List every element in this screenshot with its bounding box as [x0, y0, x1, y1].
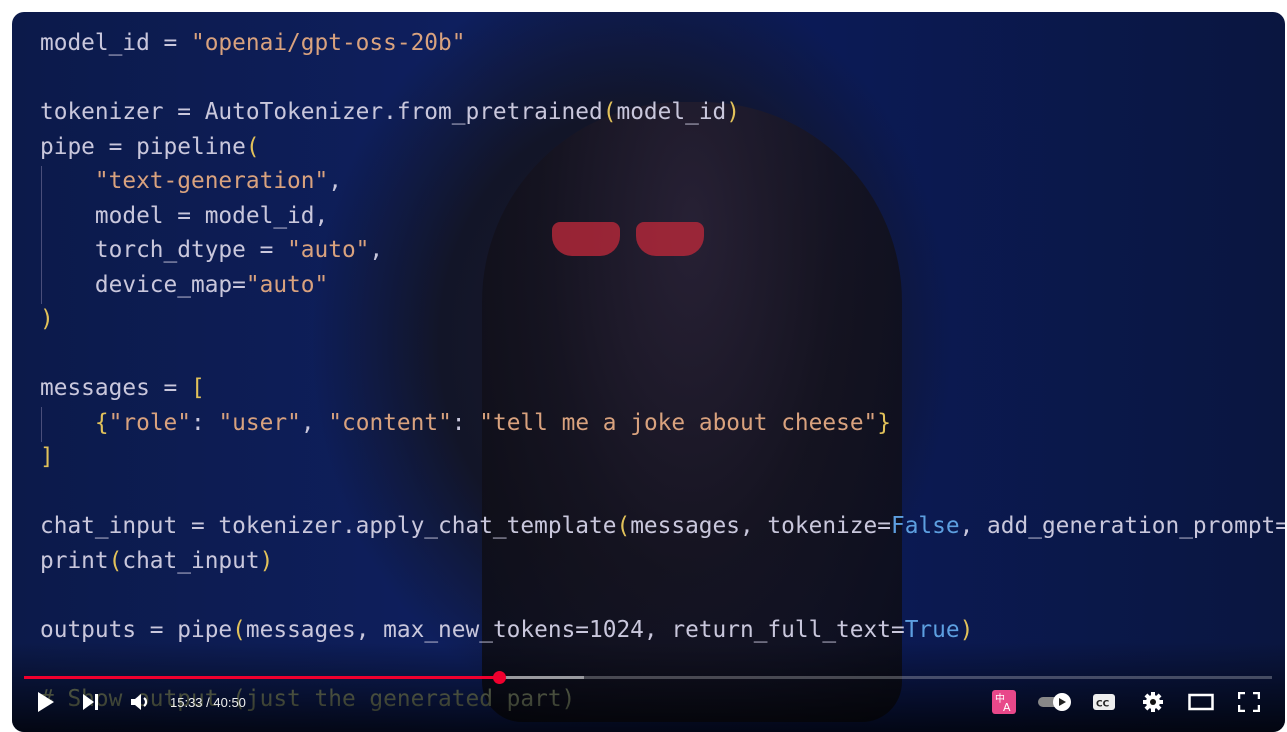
auto-dub-button[interactable]: 中A — [992, 690, 1016, 714]
code-token: } — [877, 409, 892, 436]
code-token: , — [300, 409, 329, 436]
autoplay-toggle[interactable] — [1037, 690, 1073, 714]
played-bar — [24, 676, 500, 679]
mute-button[interactable] — [130, 690, 152, 714]
theater-mode-icon — [1188, 693, 1214, 711]
code-line: tokenizer = AutoTokenizer.from_pretraine… — [40, 95, 1285, 130]
code-token: torch_dtype = — [40, 237, 288, 263]
code-line: pipe = pipeline( — [40, 130, 1285, 165]
time-display: 15:33 / 40:50 — [170, 694, 246, 710]
code-line: torch_dtype = "auto", — [40, 233, 1285, 268]
progress-bar[interactable] — [24, 671, 1272, 684]
code-token: ) — [959, 616, 974, 643]
captions-icon: CC — [1093, 694, 1115, 710]
code-token: chat_input — [122, 547, 260, 574]
code-token: : — [451, 409, 480, 436]
play-button[interactable] — [36, 690, 56, 714]
volume-icon — [131, 694, 148, 710]
code-token: , add_generation_prompt= — [959, 513, 1285, 539]
code-line: chat_input = tokenizer.apply_chat_templa… — [40, 509, 1285, 544]
code-token: ) — [259, 547, 274, 574]
code-line: "text-generation", — [40, 164, 1285, 199]
code-line: ) — [40, 302, 1285, 337]
code-token: "role" — [108, 409, 191, 436]
code-token: False — [890, 513, 960, 539]
code-line: model_id = "openai/gpt-oss-20b" — [40, 26, 1285, 61]
code-line: {"role": "user", "content": "tell me a j… — [40, 406, 1285, 441]
code-token: chat_input = tokenizer.apply_chat_templa… — [40, 513, 617, 539]
code-token: ( — [108, 547, 123, 574]
controls-gradient — [12, 642, 1285, 732]
video-player[interactable]: model_id = "openai/gpt-oss-20b" tokenizer… — [12, 12, 1285, 732]
code-token: ] — [40, 444, 54, 470]
code-token: pipe = pipeline — [40, 133, 246, 160]
code-token: "content" — [328, 409, 452, 436]
autoplay-toggle-icon — [1038, 693, 1071, 711]
code-token: device_map= — [40, 271, 246, 298]
code-token: messages, max_new_tokens=1024, return_fu… — [245, 616, 905, 643]
code-line: device_map="auto" — [40, 268, 1285, 303]
next-icon — [83, 694, 98, 710]
code-token: "user" — [218, 409, 301, 436]
code-token: outputs = pipe — [40, 616, 233, 643]
auto-dub-icon: 中A — [992, 690, 1016, 714]
fullscreen-button[interactable] — [1238, 690, 1260, 714]
code-token: "tell me a joke about cheese" — [479, 409, 878, 436]
code-line: messages = [ — [40, 371, 1285, 406]
code-token: ( — [616, 513, 631, 539]
code-token: ) — [40, 306, 54, 332]
code-token: { — [94, 409, 109, 436]
fullscreen-icon — [1238, 692, 1260, 712]
code-token: messages, tokenize= — [630, 513, 891, 539]
code-token: model_id = — [40, 30, 191, 56]
code-token: model = model_id, — [40, 202, 329, 229]
captions-button[interactable]: CC — [1093, 690, 1115, 714]
code-token: "text-generation" — [94, 168, 329, 194]
code-token: , — [328, 168, 342, 194]
code-token: "openai/gpt-oss-20b" — [190, 30, 466, 56]
code-token: "auto" — [287, 237, 370, 263]
settings-icon — [1143, 692, 1163, 712]
code-token: True — [904, 616, 960, 643]
code-token: ( — [232, 616, 246, 643]
code-token: print — [40, 547, 109, 574]
svg-text:A: A — [1003, 701, 1011, 714]
code-token: : — [191, 409, 219, 436]
code-token: "auto" — [245, 271, 329, 298]
next-button[interactable] — [82, 690, 100, 714]
code-token: ) — [726, 99, 741, 125]
code-token: messages = — [40, 375, 191, 401]
code-token: tokenizer = AutoTokenizer.from_pretraine… — [40, 99, 603, 125]
code-line: print(chat_input) — [40, 544, 1285, 579]
svg-text:CC: CC — [1096, 700, 1110, 710]
code-line: model = model_id, — [40, 199, 1285, 234]
code-token: ( — [602, 99, 617, 125]
code-token: , — [369, 237, 384, 263]
theater-mode-button[interactable] — [1188, 690, 1214, 714]
code-token: model_id — [616, 99, 727, 125]
code-line: ] — [40, 440, 1285, 475]
play-icon — [38, 692, 54, 712]
code-overlay: model_id = "openai/gpt-oss-20b" tokenizer… — [40, 26, 1285, 716]
code-token: [ — [190, 375, 205, 401]
code-token: ( — [245, 133, 260, 160]
settings-button[interactable] — [1142, 690, 1164, 714]
